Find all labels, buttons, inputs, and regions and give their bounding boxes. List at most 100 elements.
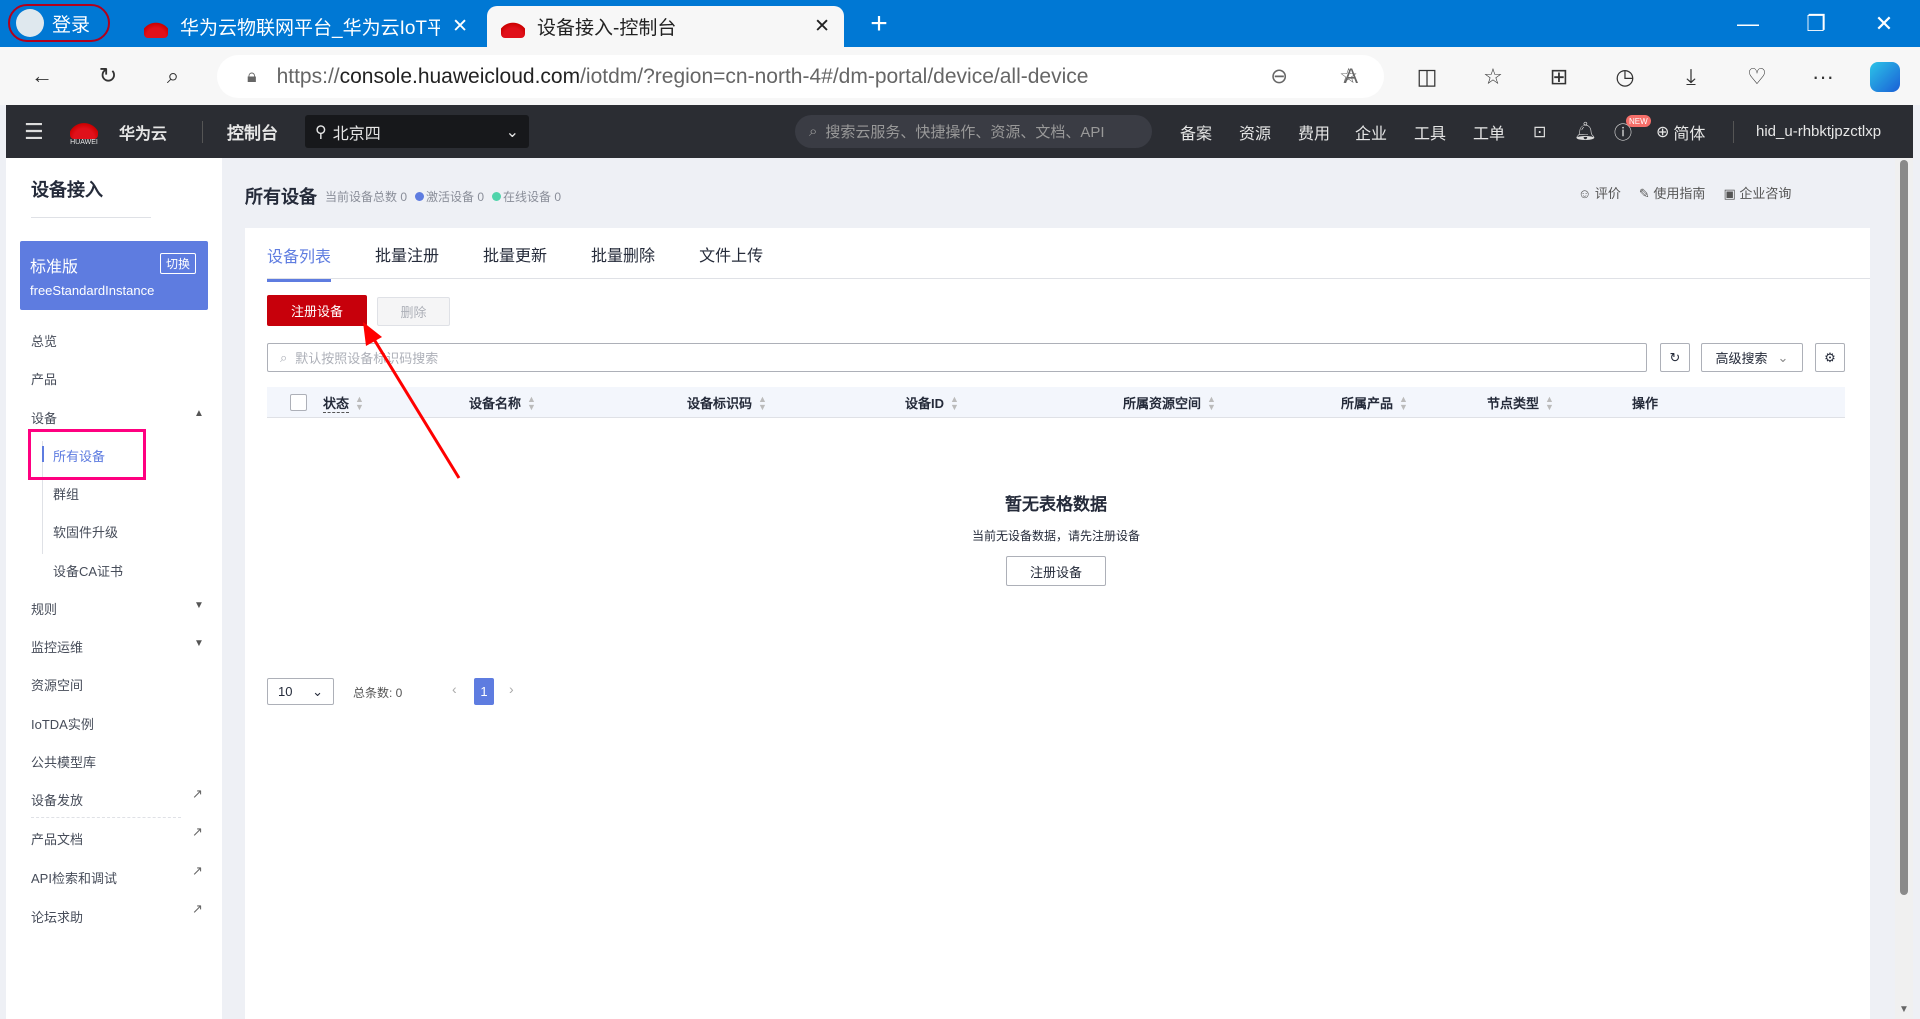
download-icon[interactable]: ⤓ [1674,60,1708,94]
advanced-search-button[interactable]: 高级搜索 ⌄ [1701,343,1803,372]
scrollbar-thumb[interactable] [1900,160,1908,895]
console-link[interactable]: 控制台 [227,105,278,158]
nav-item[interactable]: 工单 [1473,105,1505,158]
tab-batch-register[interactable]: 批量注册 [375,242,439,266]
sort-icon[interactable]: ▲ ▼ [355,394,364,411]
zoom-out-icon[interactable]: ⊖ [1270,64,1288,89]
search-input[interactable]: ⌕ 默认按照设备标识码搜索 [267,343,1647,372]
sort-icon[interactable]: ▲ ▼ [758,394,767,411]
back-icon[interactable]: ← [24,59,60,93]
close-window-icon[interactable]: ✕ [1866,6,1902,42]
favorites-icon[interactable]: ☆ [1476,60,1510,94]
console-search[interactable]: ⌕ 搜索云服务、快捷操作、资源、文档、API [795,115,1152,148]
tab-device-list[interactable]: 设备列表 [267,229,332,282]
nav-item[interactable]: 工具 [1414,105,1446,158]
browser-tab-bar: 登录 华为云物联网平台_华为云IoT平台 ✕ 设备接入-控制台 ✕ + — ❐ … [0,0,1920,47]
address-bar[interactable]: 🔒︎ https://console.huaweicloud.com/iotdm… [217,55,1384,98]
collections-icon[interactable]: ⊞ [1542,60,1576,94]
tab-batch-delete[interactable]: 批量删除 [591,242,655,266]
expand-caret-icon[interactable]: ▼ [194,638,204,649]
browser-tab[interactable]: 华为云物联网平台_华为云IoT平台 ✕ [130,6,482,47]
column-status[interactable]: 状态 ▲ ▼ [323,387,364,418]
close-tab-icon[interactable]: ✕ [814,15,830,38]
sidebar-item-products[interactable]: 产品 [31,369,57,388]
sidebar-item-rules[interactable]: 规则 [31,599,57,618]
sidebar-item-devices[interactable]: 设备 [31,408,57,427]
sidebar-item-forum[interactable]: 论坛求助 [31,907,83,926]
sidebar-item-resource-space[interactable]: 资源空间 [31,675,83,694]
browser-essentials-icon[interactable]: ♡ [1740,60,1774,94]
page-size-select[interactable]: 10 ⌄ [267,678,334,705]
next-page-icon[interactable]: › [509,681,514,697]
sort-icon[interactable]: ▲ ▼ [527,394,536,411]
copilot-icon[interactable] [1870,62,1900,92]
instance-card[interactable]: 标准版 切换 freeStandardInstance [20,241,208,310]
prev-page-icon[interactable]: ‹ [452,681,457,697]
sidebar-item-ca-cert[interactable]: 设备CA证书 [53,561,123,580]
sort-icon[interactable]: ▲ ▼ [1207,394,1216,411]
highlight-box [28,429,146,480]
nav-item[interactable]: 费用 [1298,105,1330,158]
sidebar-item-overview[interactable]: 总览 [31,331,57,350]
column-node-id[interactable]: 设备标识码 ▲ ▼ [687,387,767,418]
page-1-button[interactable]: 1 [474,678,494,705]
sidebar-item-model-library[interactable]: 公共模型库 [31,752,96,771]
sidebar-item-provisioning[interactable]: 设备发放 [31,790,83,809]
divider [1733,121,1734,143]
sidebar-item-docs[interactable]: 产品文档 [31,829,83,848]
sidebar-item-firmware[interactable]: 软固件升级 [53,522,118,541]
switch-instance-button[interactable]: 切换 [159,253,196,274]
refresh-button[interactable]: ↻ [1660,343,1690,372]
huawei-logo[interactable]: HUAWEI [70,105,98,158]
more-icon[interactable]: ··· [1806,60,1840,94]
guide-link[interactable]: ✎ 使用指南 [1639,183,1706,202]
reload-icon[interactable]: ↻ [90,59,126,93]
delete-button[interactable]: 删除 [377,297,450,326]
nav-item[interactable]: 企业 [1355,105,1387,158]
expand-caret-icon[interactable]: ▼ [194,600,204,611]
location-pin-icon: ⚲ [315,123,327,141]
scrollbar[interactable]: ▼ [1895,158,1913,1019]
bell-icon[interactable]: 🔔︎ [1574,105,1597,158]
select-all-checkbox[interactable] [290,394,307,411]
help-icon[interactable]: ⓘ [1614,105,1632,158]
tab-batch-update[interactable]: 批量更新 [483,242,547,266]
sidebar-item-groups[interactable]: 群组 [53,484,79,503]
browser-tab-active[interactable]: 设备接入-控制台 ✕ [487,6,844,47]
search-icon[interactable]: ⌕ [155,59,191,93]
nav-item[interactable]: 资源 [1239,105,1271,158]
column-device-id[interactable]: 设备ID ▲ ▼ [905,387,959,418]
empty-register-button[interactable]: 注册设备 [1006,556,1106,586]
profile-button[interactable]: 登录 [8,4,110,42]
column-resource-space[interactable]: 所属资源空间 ▲ ▼ [1123,387,1216,418]
sort-icon[interactable]: ▲ ▼ [1545,394,1554,411]
sort-icon[interactable]: ▲ ▼ [1399,394,1408,411]
sidebar-item-iotda-instance[interactable]: IoTDA实例 [31,714,94,733]
sidebar-item-api-explorer[interactable]: API检索和调试 [31,868,117,887]
column-node-type[interactable]: 节点类型 ▲ ▼ [1487,387,1554,418]
sort-icon[interactable]: ▲ ▼ [950,394,959,411]
column-device-name[interactable]: 设备名称 ▲ ▼ [469,387,536,418]
consult-link[interactable]: ▣ 企业咨询 [1723,183,1791,202]
register-device-button[interactable]: 注册设备 [267,295,367,326]
region-select[interactable]: ⚲ 北京四 ⌄ [305,115,529,148]
history-icon[interactable]: ◷ [1608,60,1642,94]
column-product[interactable]: 所属产品 ▲ ▼ [1341,387,1408,418]
rate-link[interactable]: ☺ 评价 [1578,183,1621,202]
favorite-star-icon[interactable]: ☆ [1339,64,1358,89]
nav-item[interactable]: 备案 [1180,105,1212,158]
menu-icon[interactable]: ☰ [24,105,44,158]
scroll-down-icon[interactable]: ▼ [1899,1004,1909,1015]
settings-button[interactable]: ⚙ [1815,343,1845,372]
tab-file-upload[interactable]: 文件上传 [699,242,763,266]
terminal-icon[interactable]: ⊡ [1533,105,1546,158]
new-tab-icon[interactable]: + [862,6,896,42]
restore-icon[interactable]: ❐ [1798,6,1834,42]
language-switch[interactable]: ⊕ 简体 [1656,105,1705,158]
minimize-icon[interactable]: — [1730,6,1766,42]
sidebar-item-monitoring[interactable]: 监控运维 [31,637,83,656]
user-menu[interactable]: hid_u-rhbktjpzctlxp [1756,105,1881,158]
close-tab-icon[interactable]: ✕ [452,15,468,38]
split-screen-icon[interactable]: ◫ [1410,60,1444,94]
collapse-caret-icon[interactable]: ▲ [194,408,204,419]
